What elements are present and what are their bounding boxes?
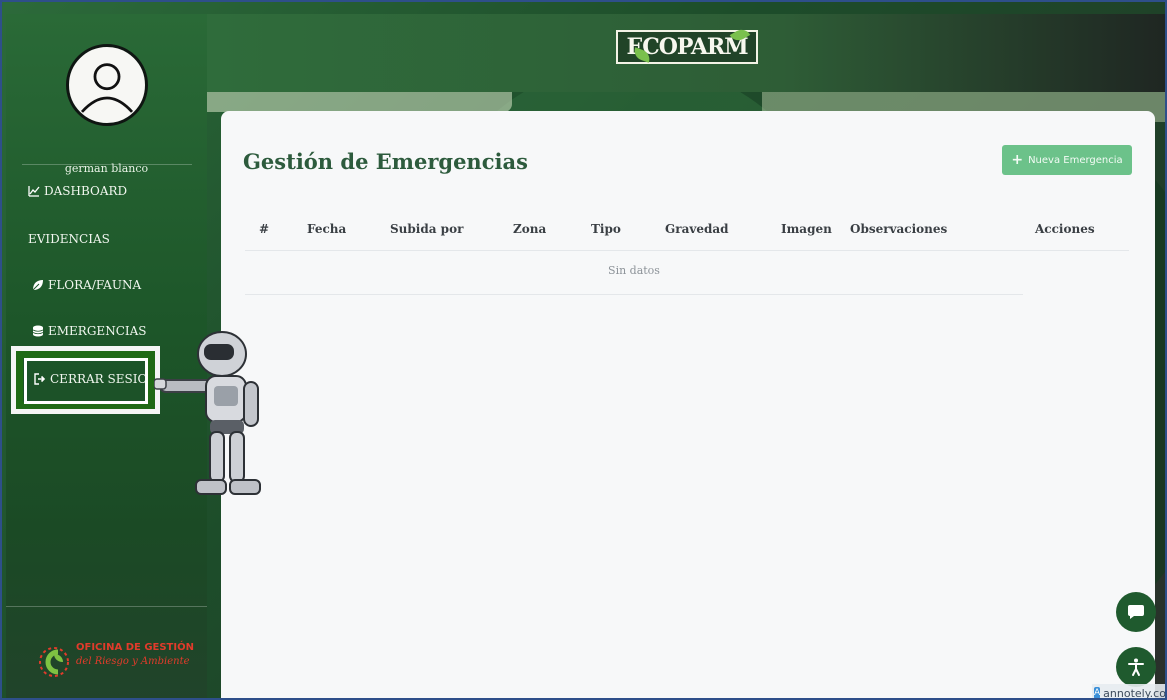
column-header-number[interactable]: # bbox=[259, 222, 269, 236]
leaf-icon bbox=[32, 280, 43, 291]
table-header: # Fecha Subida por Zona Tipo Gravedad Im… bbox=[245, 211, 1129, 251]
page-title: Gestión de Emergencias bbox=[243, 149, 528, 174]
new-emergency-button[interactable]: + Nueva Emergencia bbox=[1002, 145, 1132, 175]
chat-button[interactable] bbox=[1116, 592, 1156, 632]
office-logo: OFICINA DE GESTIÓN del Riesgo y Ambiente bbox=[36, 642, 194, 682]
office-emblem-icon bbox=[39, 647, 69, 677]
chart-line-icon bbox=[28, 186, 40, 197]
sidebar-item-evidencias[interactable]: EVIDENCIAS bbox=[28, 232, 110, 246]
highlight-annotation-inner bbox=[24, 358, 148, 404]
top-header: ECOPARM bbox=[207, 14, 1165, 92]
emergencies-table: # Fecha Subida por Zona Tipo Gravedad Im… bbox=[245, 211, 1129, 295]
sidebar-item-label: EVIDENCIAS bbox=[28, 232, 110, 246]
watermark-text: annotely.com bbox=[1103, 686, 1166, 700]
app-window: ECOPARM german blanco DASHBOARD EVIDENCI… bbox=[0, 0, 1167, 700]
sidebar-item-emergencias[interactable]: EMERGENCIAS bbox=[32, 324, 147, 338]
database-icon bbox=[32, 325, 44, 337]
column-header-zona[interactable]: Zona bbox=[513, 222, 546, 236]
column-header-fecha[interactable]: Fecha bbox=[307, 222, 346, 236]
sidebar-item-flora-fauna[interactable]: FLORA/FAUNA bbox=[32, 278, 141, 292]
accessibility-button[interactable] bbox=[1116, 647, 1156, 687]
sidebar-item-dashboard[interactable]: DASHBOARD bbox=[28, 184, 127, 198]
empty-message: Sin datos bbox=[608, 264, 660, 277]
sidebar-item-label: DASHBOARD bbox=[44, 184, 128, 198]
office-title: OFICINA DE GESTIÓN bbox=[76, 642, 194, 653]
sidebar-item-label: EMERGENCIAS bbox=[48, 324, 147, 338]
column-header-imagen[interactable]: Imagen bbox=[781, 222, 832, 236]
new-emergency-label: Nueva Emergencia bbox=[1028, 154, 1123, 166]
annotely-icon: A bbox=[1094, 687, 1101, 698]
column-header-observaciones[interactable]: Observaciones bbox=[850, 222, 947, 236]
main-card: Gestión de Emergencias + Nueva Emergenci… bbox=[221, 111, 1155, 698]
divider bbox=[22, 164, 192, 165]
plus-icon: + bbox=[1011, 152, 1024, 168]
accessibility-icon bbox=[1128, 658, 1144, 676]
avatar[interactable] bbox=[66, 44, 148, 126]
ecoparm-logo[interactable]: ECOPARM bbox=[616, 24, 758, 70]
table-empty-row: Sin datos bbox=[245, 251, 1023, 295]
column-header-subida-por[interactable]: Subida por bbox=[390, 222, 463, 236]
column-header-acciones[interactable]: Acciones bbox=[1035, 222, 1095, 236]
column-header-tipo[interactable]: Tipo bbox=[591, 222, 621, 236]
chat-icon bbox=[1128, 605, 1144, 619]
annotely-watermark: A annotely.com bbox=[1092, 684, 1166, 700]
divider bbox=[6, 606, 207, 607]
sidebar-item-label: FLORA/FAUNA bbox=[48, 278, 142, 292]
robot-mascot bbox=[154, 331, 261, 495]
column-header-gravedad[interactable]: Gravedad bbox=[665, 222, 729, 236]
office-subtitle: del Riesgo y Ambiente bbox=[76, 656, 190, 667]
user-icon bbox=[80, 63, 134, 113]
